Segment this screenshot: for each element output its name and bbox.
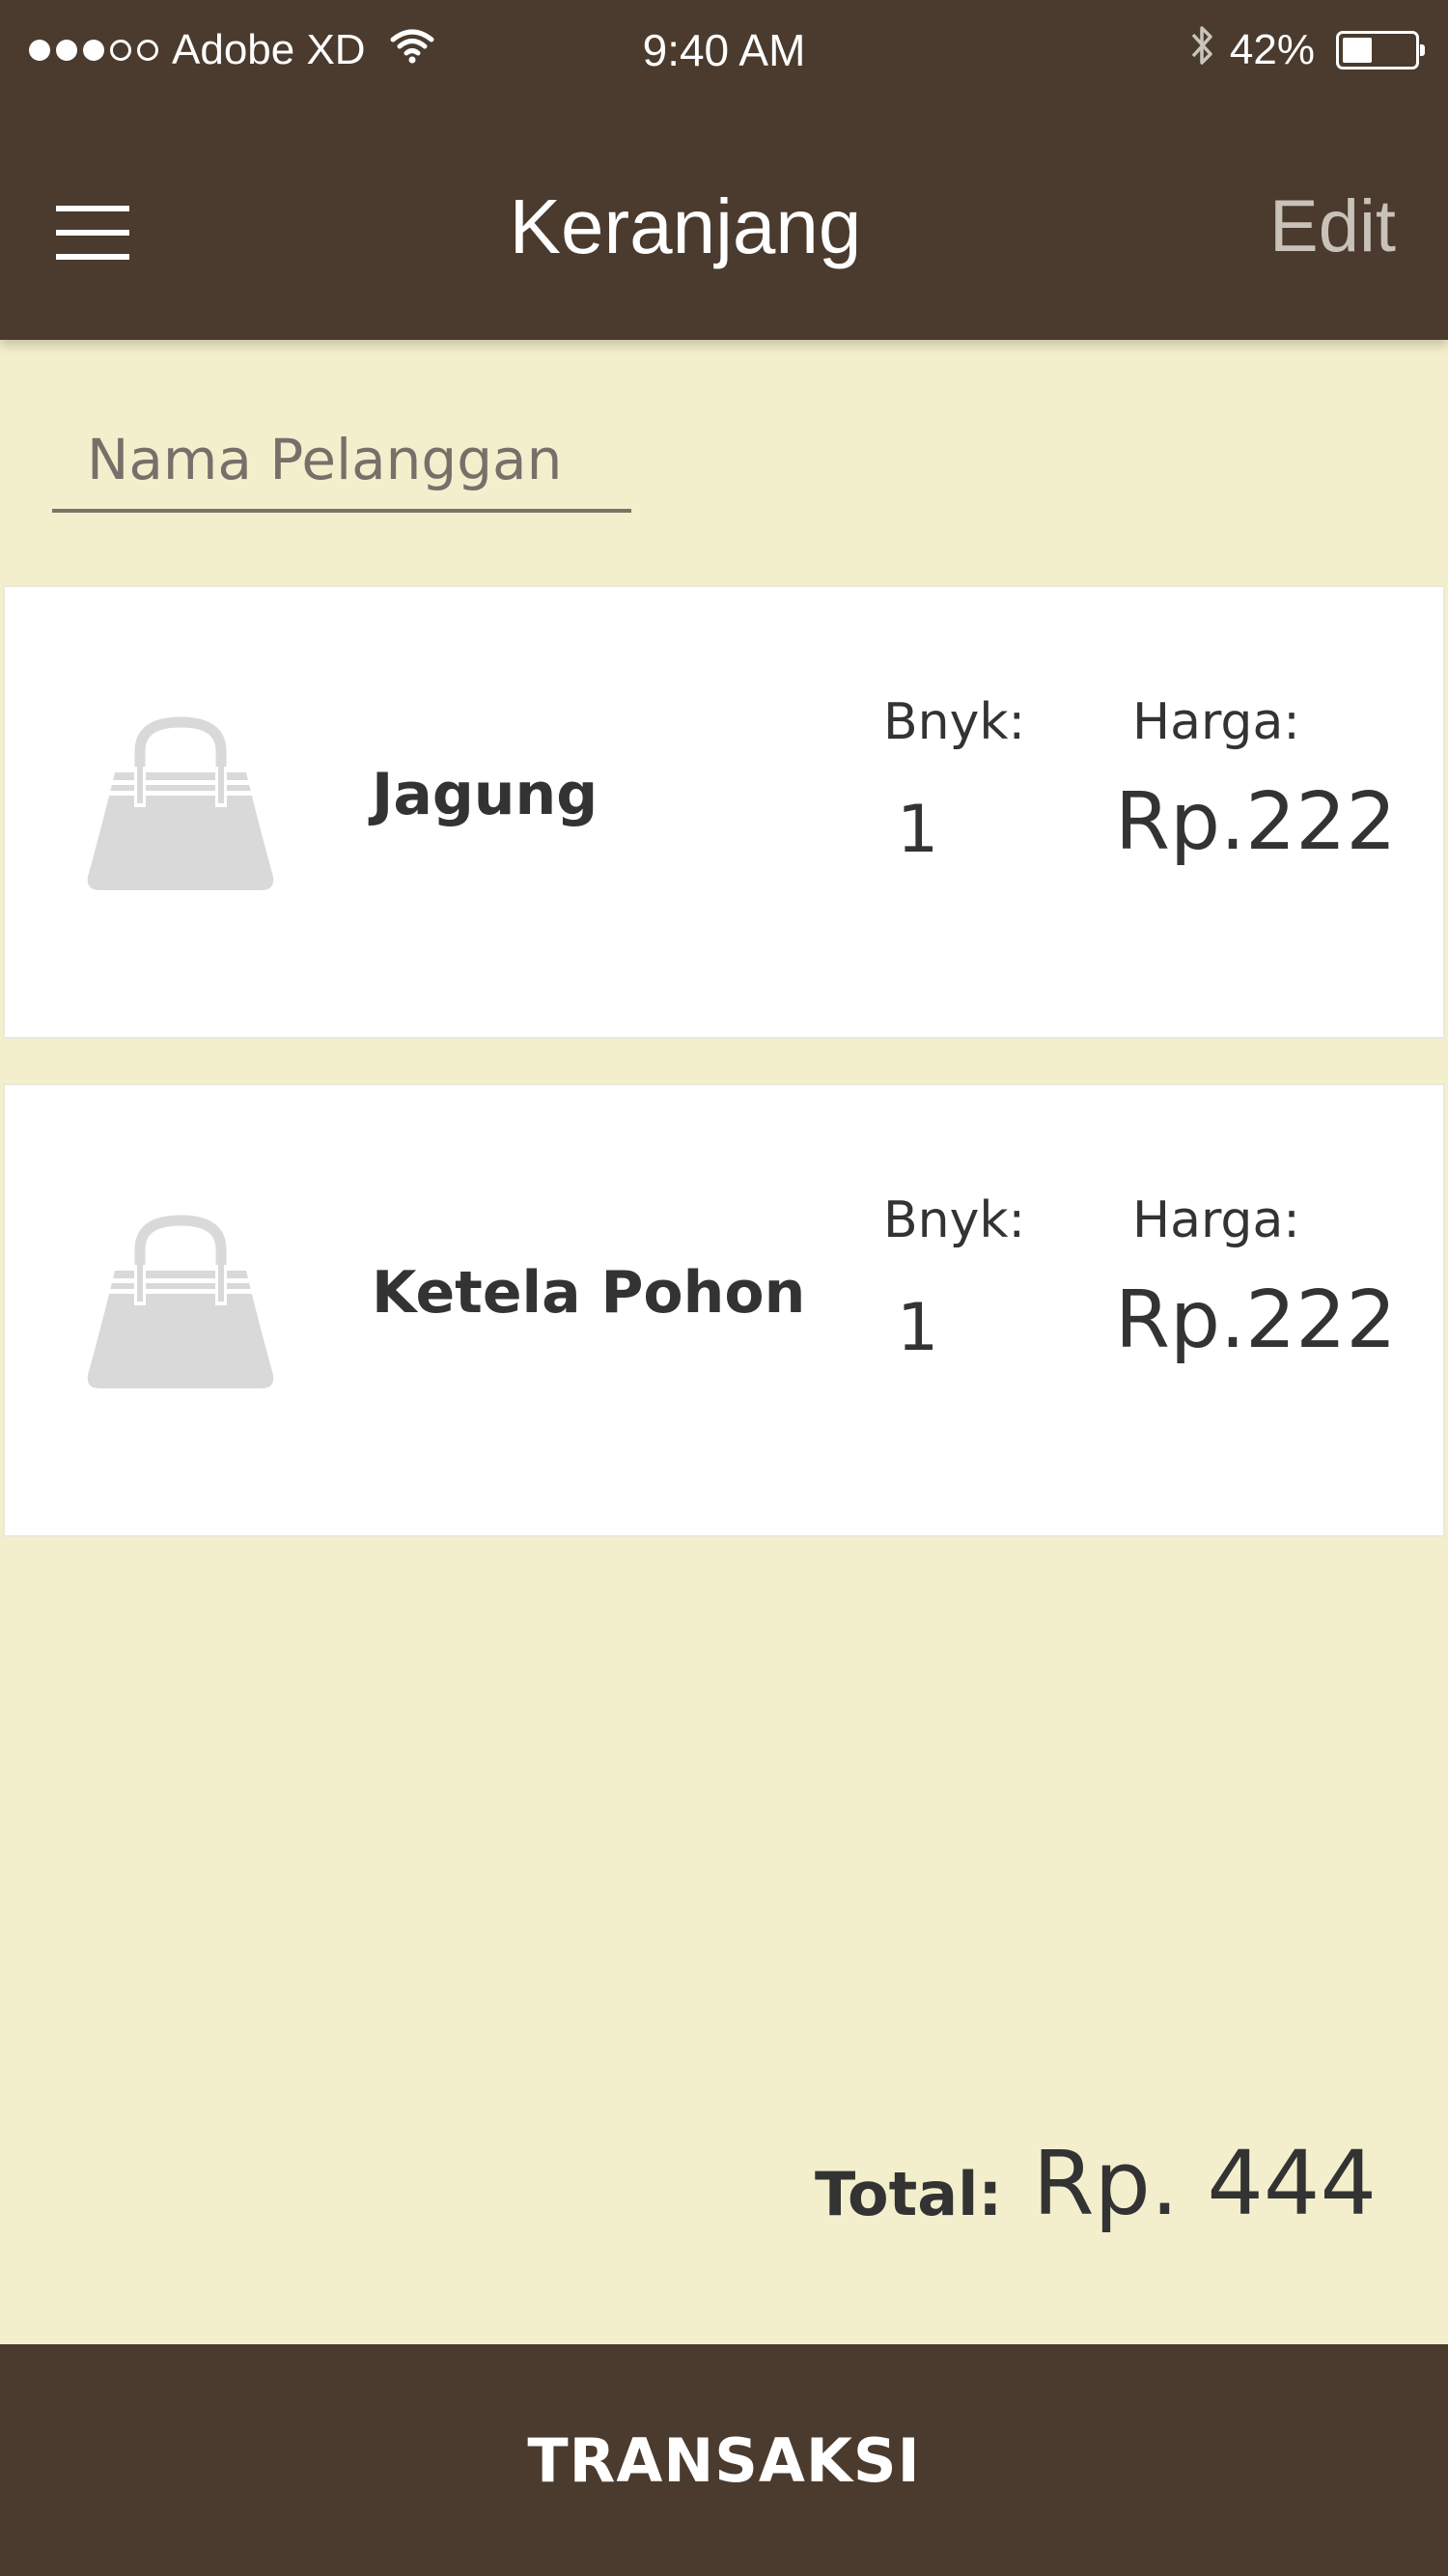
quantity-label: Bnyk: xyxy=(883,1191,1026,1249)
price-value: Rp.222 xyxy=(1115,776,1397,868)
shopping-bag-icon xyxy=(86,714,275,898)
item-name: Ketela Pohon xyxy=(372,1259,806,1327)
price-value: Rp.222 xyxy=(1115,1274,1397,1366)
page-title: Keranjang xyxy=(509,183,862,269)
total-label: Total: xyxy=(815,2159,1003,2229)
cart-screen: Adobe XD 9:40 AM 42% Keranjang Edit Nama… xyxy=(0,0,1448,2576)
transaksi-button[interactable]: TRANSAKSI xyxy=(0,2344,1448,2576)
price-label: Harga: xyxy=(1132,693,1300,751)
price-label: Harga: xyxy=(1132,1191,1300,1249)
total-value: Rp. 444 xyxy=(1032,2132,1377,2235)
bluetooth-icon xyxy=(1189,21,1216,80)
hamburger-menu-icon[interactable] xyxy=(56,206,129,260)
quantity-label: Bnyk: xyxy=(883,693,1026,751)
battery-level-fill xyxy=(1343,38,1372,63)
status-bar-right: 42% xyxy=(1189,21,1425,80)
customer-name-input[interactable] xyxy=(52,410,631,513)
quantity-value: 1 xyxy=(897,792,939,868)
cart-item[interactable]: Jagung Bnyk: 1 Harga: Rp.222 xyxy=(3,585,1445,1039)
app-header: Adobe XD 9:40 AM 42% Keranjang Edit xyxy=(0,0,1448,340)
battery-icon xyxy=(1336,31,1425,70)
cart-item[interactable]: Ketela Pohon Bnyk: 1 Harga: Rp.222 xyxy=(3,1083,1445,1537)
shopping-bag-icon xyxy=(86,1213,275,1396)
battery-percentage: 42% xyxy=(1229,26,1315,73)
quantity-value: 1 xyxy=(897,1290,939,1366)
edit-button[interactable]: Edit xyxy=(1269,179,1396,275)
item-name: Jagung xyxy=(372,761,599,828)
